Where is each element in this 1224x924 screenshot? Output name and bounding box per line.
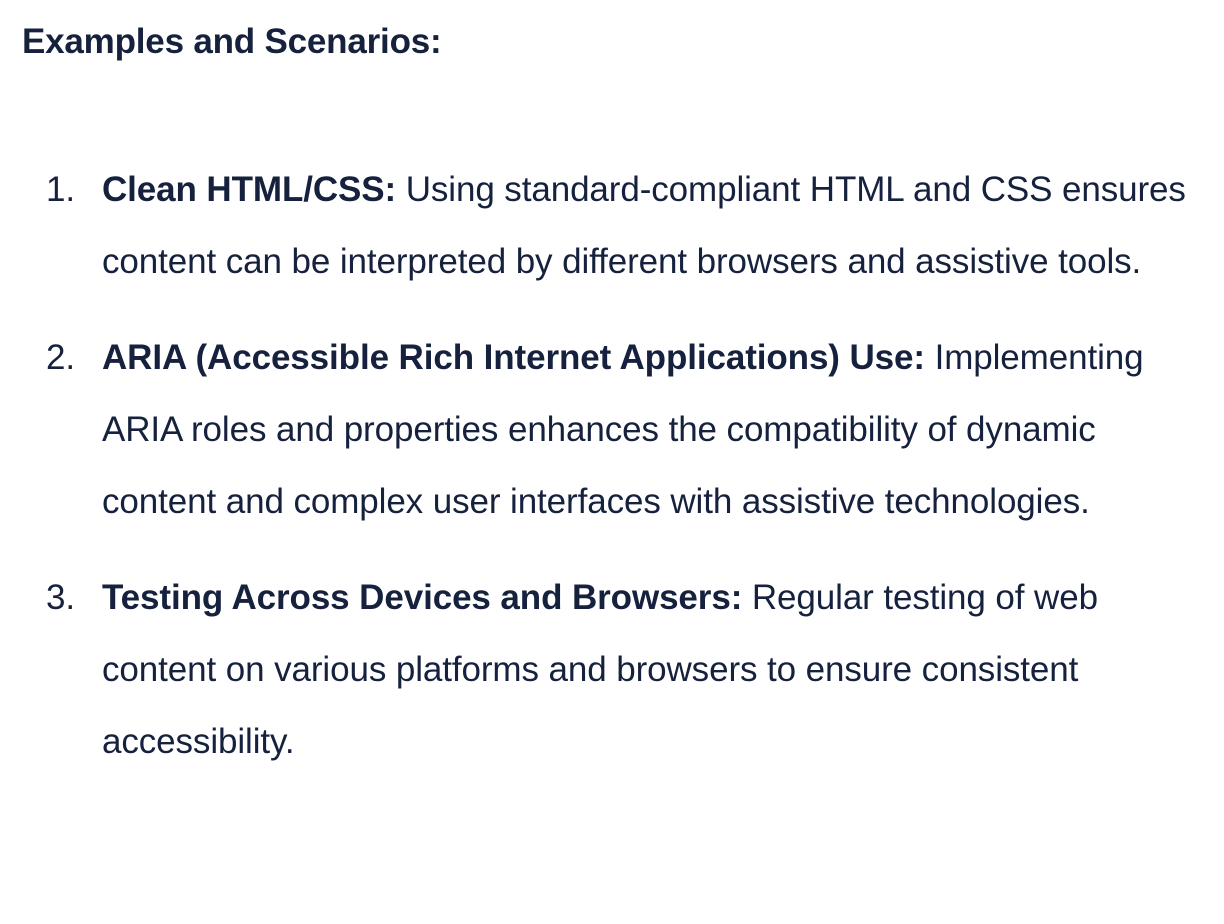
list-item-lead: Testing Across Devices and Browsers:: [102, 578, 743, 617]
document-page: Examples and Scenarios: 1. Clean HTML/CS…: [0, 0, 1224, 924]
list-item-number: 1.: [46, 170, 75, 209]
list-item-lead: Clean HTML/CSS:: [102, 170, 397, 209]
list-item-number: 3.: [46, 578, 75, 617]
section-heading: Examples and Scenarios:: [22, 22, 442, 61]
list-item-number: 2.: [46, 338, 75, 377]
examples-list: 1. Clean HTML/CSS: Using standard-compli…: [22, 154, 1202, 778]
list-item: 2. ARIA (Accessible Rich Internet Applic…: [22, 322, 1202, 538]
list-item: 3. Testing Across Devices and Browsers: …: [22, 562, 1202, 778]
list-item: 1. Clean HTML/CSS: Using standard-compli…: [22, 154, 1202, 298]
list-item-lead: ARIA (Accessible Rich Internet Applicati…: [102, 338, 925, 377]
